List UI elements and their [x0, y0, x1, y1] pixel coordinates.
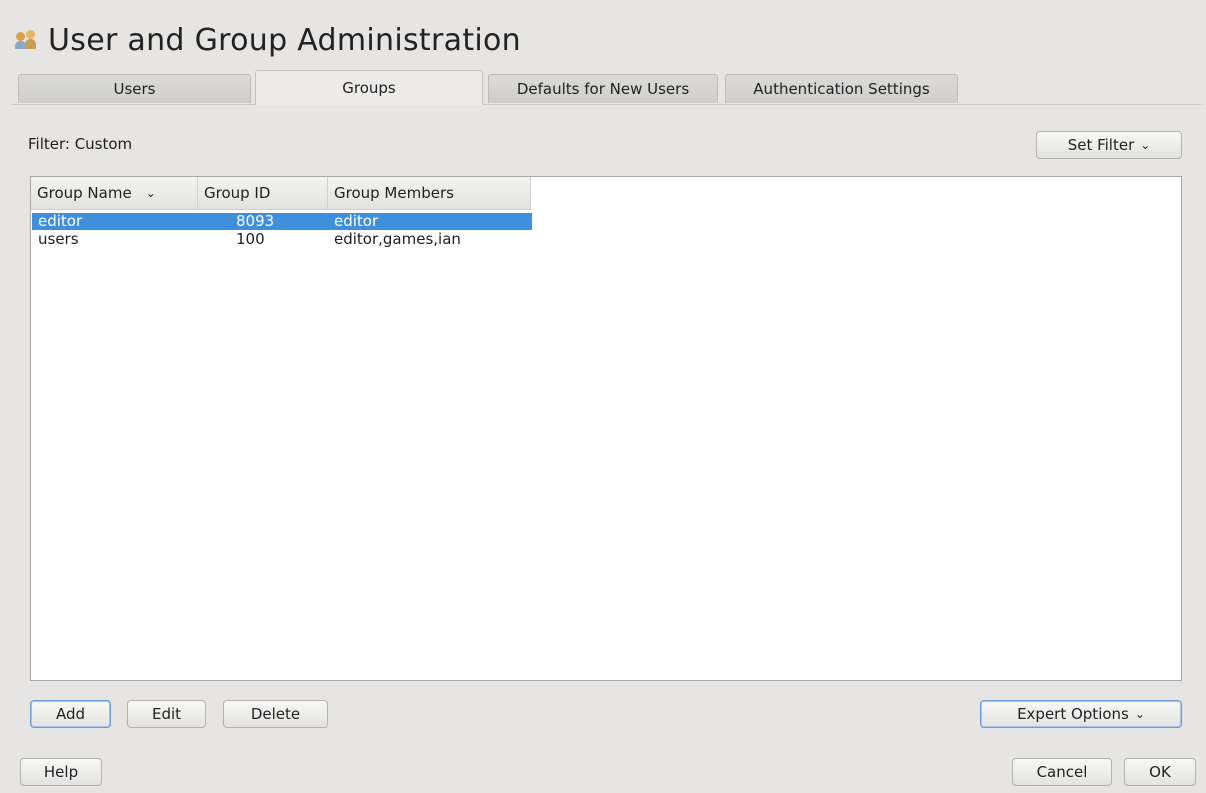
tab-authentication-settings[interactable]: Authentication Settings — [725, 74, 958, 103]
table-row[interactable]: editor 8093 editor — [32, 213, 532, 230]
group-members-cell: editor — [334, 212, 379, 230]
help-button[interactable]: Help — [20, 758, 102, 786]
tab-groups[interactable]: Groups — [255, 70, 483, 105]
group-name-cell: users — [38, 230, 79, 248]
users-group-icon — [15, 30, 38, 50]
column-header-group-members[interactable]: Group Members — [328, 177, 531, 210]
chevron-down-icon: ⌄ — [1134, 707, 1145, 721]
group-id-cell: 100 — [236, 230, 265, 248]
filter-label: Filter: Custom — [28, 135, 133, 153]
tab-bar: Users Groups Defaults for New Users Auth… — [12, 70, 1202, 105]
delete-button[interactable]: Delete — [223, 700, 328, 728]
tab-defaults-label: Defaults for New Users — [516, 80, 690, 98]
group-members-cell: editor,games,ian — [334, 230, 461, 248]
expert-options-button[interactable]: Expert Options ⌄ — [980, 700, 1182, 728]
tab-authentication-label: Authentication Settings — [753, 80, 930, 98]
tab-groups-label: Groups — [342, 79, 396, 97]
expert-options-label: Expert Options — [1017, 705, 1129, 723]
help-button-label: Help — [43, 763, 79, 781]
ok-button-label: OK — [1149, 763, 1171, 781]
set-filter-button[interactable]: Set Filter ⌄ — [1036, 131, 1182, 159]
window-title: User and Group Administration — [15, 20, 521, 60]
tab-users-label: Users — [113, 80, 156, 98]
table-header: Group Name ⌄ Group ID Group Members — [31, 177, 531, 210]
chevron-down-icon: ⌄ — [1140, 138, 1151, 152]
table-row[interactable]: users 100 editor,games,ian — [32, 231, 532, 248]
set-filter-label: Set Filter — [1067, 136, 1135, 154]
column-header-group-name[interactable]: Group Name ⌄ — [31, 177, 198, 210]
column-header-label: Group Name — [37, 184, 132, 202]
ok-button[interactable]: OK — [1124, 758, 1196, 786]
column-header-label: Group ID — [204, 184, 271, 202]
column-header-label: Group Members — [334, 184, 454, 202]
edit-button[interactable]: Edit — [127, 700, 206, 728]
groups-table[interactable]: Group Name ⌄ Group ID Group Members edit… — [30, 176, 1182, 681]
edit-button-label: Edit — [151, 705, 182, 723]
cancel-button-label: Cancel — [1036, 763, 1088, 781]
tab-defaults-for-new-users[interactable]: Defaults for New Users — [488, 74, 718, 103]
group-name-cell: editor — [38, 212, 83, 230]
add-button[interactable]: Add — [30, 700, 111, 728]
delete-button-label: Delete — [250, 705, 301, 723]
group-id-cell: 8093 — [236, 212, 275, 230]
tab-users[interactable]: Users — [18, 74, 251, 103]
page-title: User and Group Administration — [48, 22, 521, 58]
column-header-group-id[interactable]: Group ID — [198, 177, 328, 210]
add-button-label: Add — [55, 705, 86, 723]
cancel-button[interactable]: Cancel — [1012, 758, 1112, 786]
sort-descending-icon: ⌄ — [145, 186, 156, 200]
